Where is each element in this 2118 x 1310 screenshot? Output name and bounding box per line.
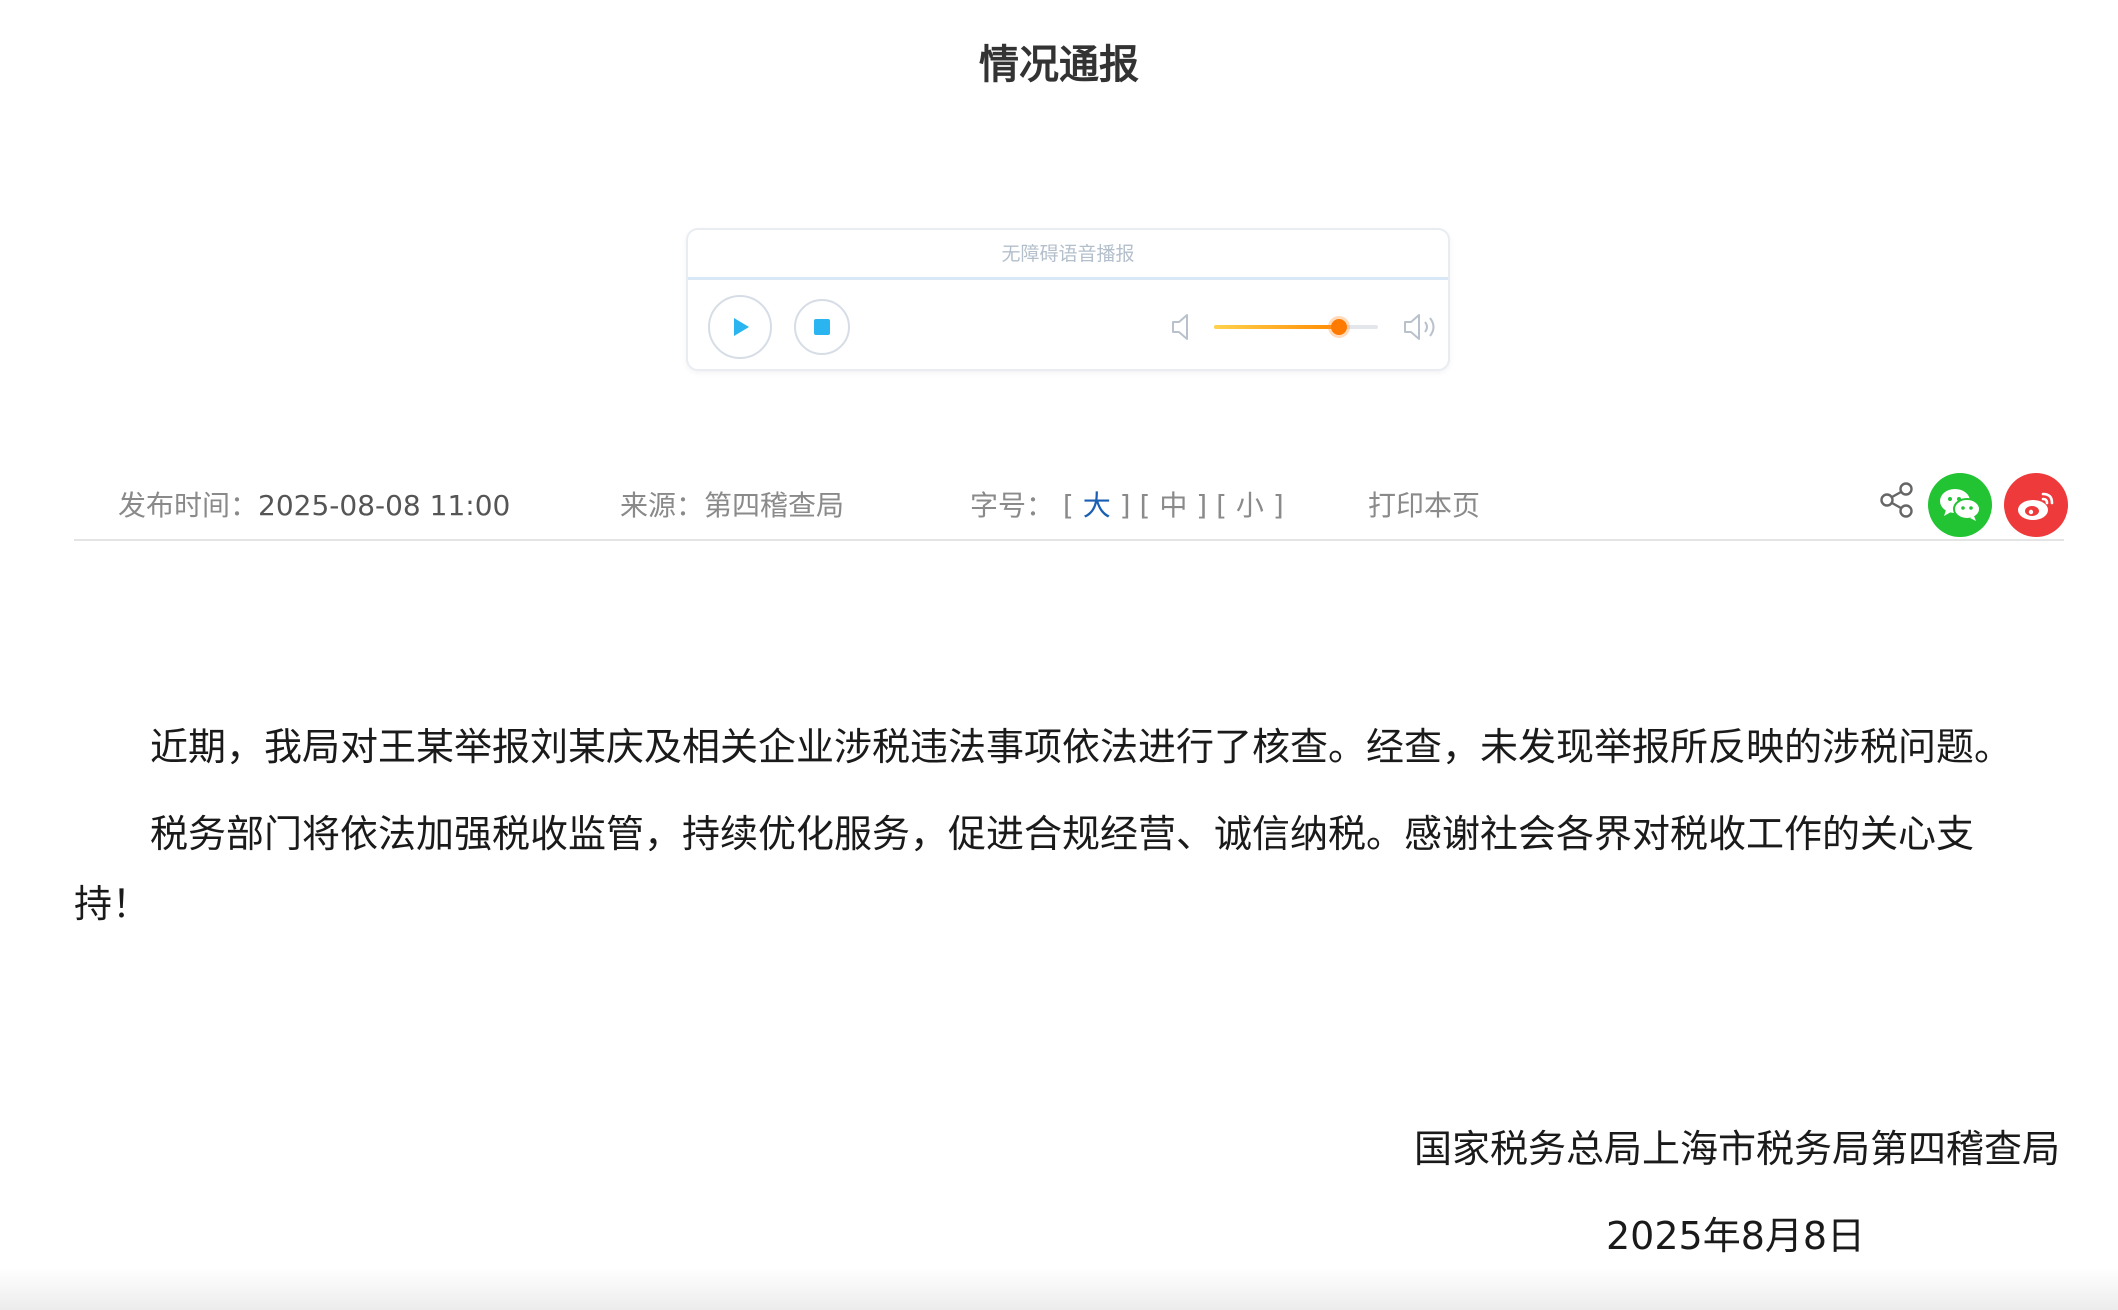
audio-player: 无障碍语音播报 xyxy=(686,228,1450,371)
font-size-large[interactable]: 大 xyxy=(1083,489,1111,522)
stop-button[interactable] xyxy=(794,299,850,355)
article-source: 来源：第四稽查局 xyxy=(620,489,845,522)
font-size-medium[interactable]: 中 xyxy=(1159,489,1187,522)
volume-slider[interactable] xyxy=(1214,319,1378,335)
publish-time-value: 2025-08-08 11:00 xyxy=(258,489,511,522)
publish-time-label: 发布时间： xyxy=(118,489,259,522)
play-icon xyxy=(734,318,749,336)
volume-knob[interactable] xyxy=(1330,319,1347,335)
play-button[interactable] xyxy=(708,295,772,359)
player-header: 无障碍语音播报 xyxy=(688,230,1448,280)
announcement-page: 情况通报 无障碍语音播报 发布时间：2025-08-08 11:00 来源：第四… xyxy=(0,0,2118,1310)
wechat-icon xyxy=(1940,489,1981,521)
weibo-icon xyxy=(2018,492,2054,520)
font-size-label: 字号： xyxy=(970,489,1055,522)
article-body: 近期，我局对王某举报刘某庆及相关企业涉税违法事项依法进行了核查。经查，未发现举报… xyxy=(74,712,2044,956)
signature: 国家税务总局上海市税务局第四稽查局 xyxy=(1413,1127,2060,1171)
signature-date: 2025年8月8日 xyxy=(1606,1214,1866,1258)
print-page-link[interactable]: 打印本页 xyxy=(1368,484,1480,524)
player-controls xyxy=(688,280,1448,370)
share-icon[interactable] xyxy=(1878,480,1916,520)
volume-fill xyxy=(1214,325,1339,329)
volume-low-icon[interactable] xyxy=(1170,310,1196,344)
wechat-share-button[interactable] xyxy=(1928,473,1992,537)
font-size-small[interactable]: 小 xyxy=(1236,489,1264,522)
article-meta-bar: 发布时间：2025-08-08 11:00 来源：第四稽查局 字号： [ 大 ]… xyxy=(0,472,2118,542)
meta-divider xyxy=(74,539,2064,541)
page-title: 情况通报 xyxy=(979,42,1139,88)
article-paragraph-1: 近期，我局对王某举报刘某庆及相关企业涉税违法事项依法进行了核查。经查，未发现举报… xyxy=(150,725,2013,769)
weibo-share-button[interactable] xyxy=(2004,473,2068,537)
bottom-fade xyxy=(0,1268,2118,1310)
stop-icon xyxy=(814,319,830,335)
font-size-selector: 字号： [ 大 ] [ 中 ] [ 小 ] xyxy=(970,489,1284,522)
article-paragraph-2: 税务部门将依法加强税收监管，持续优化服务，促进合规经营、诚信纳税。感谢社会各界对… xyxy=(74,812,1975,926)
volume-high-icon[interactable] xyxy=(1402,310,1442,344)
publish-time: 发布时间：2025-08-08 11:00 xyxy=(118,484,510,524)
